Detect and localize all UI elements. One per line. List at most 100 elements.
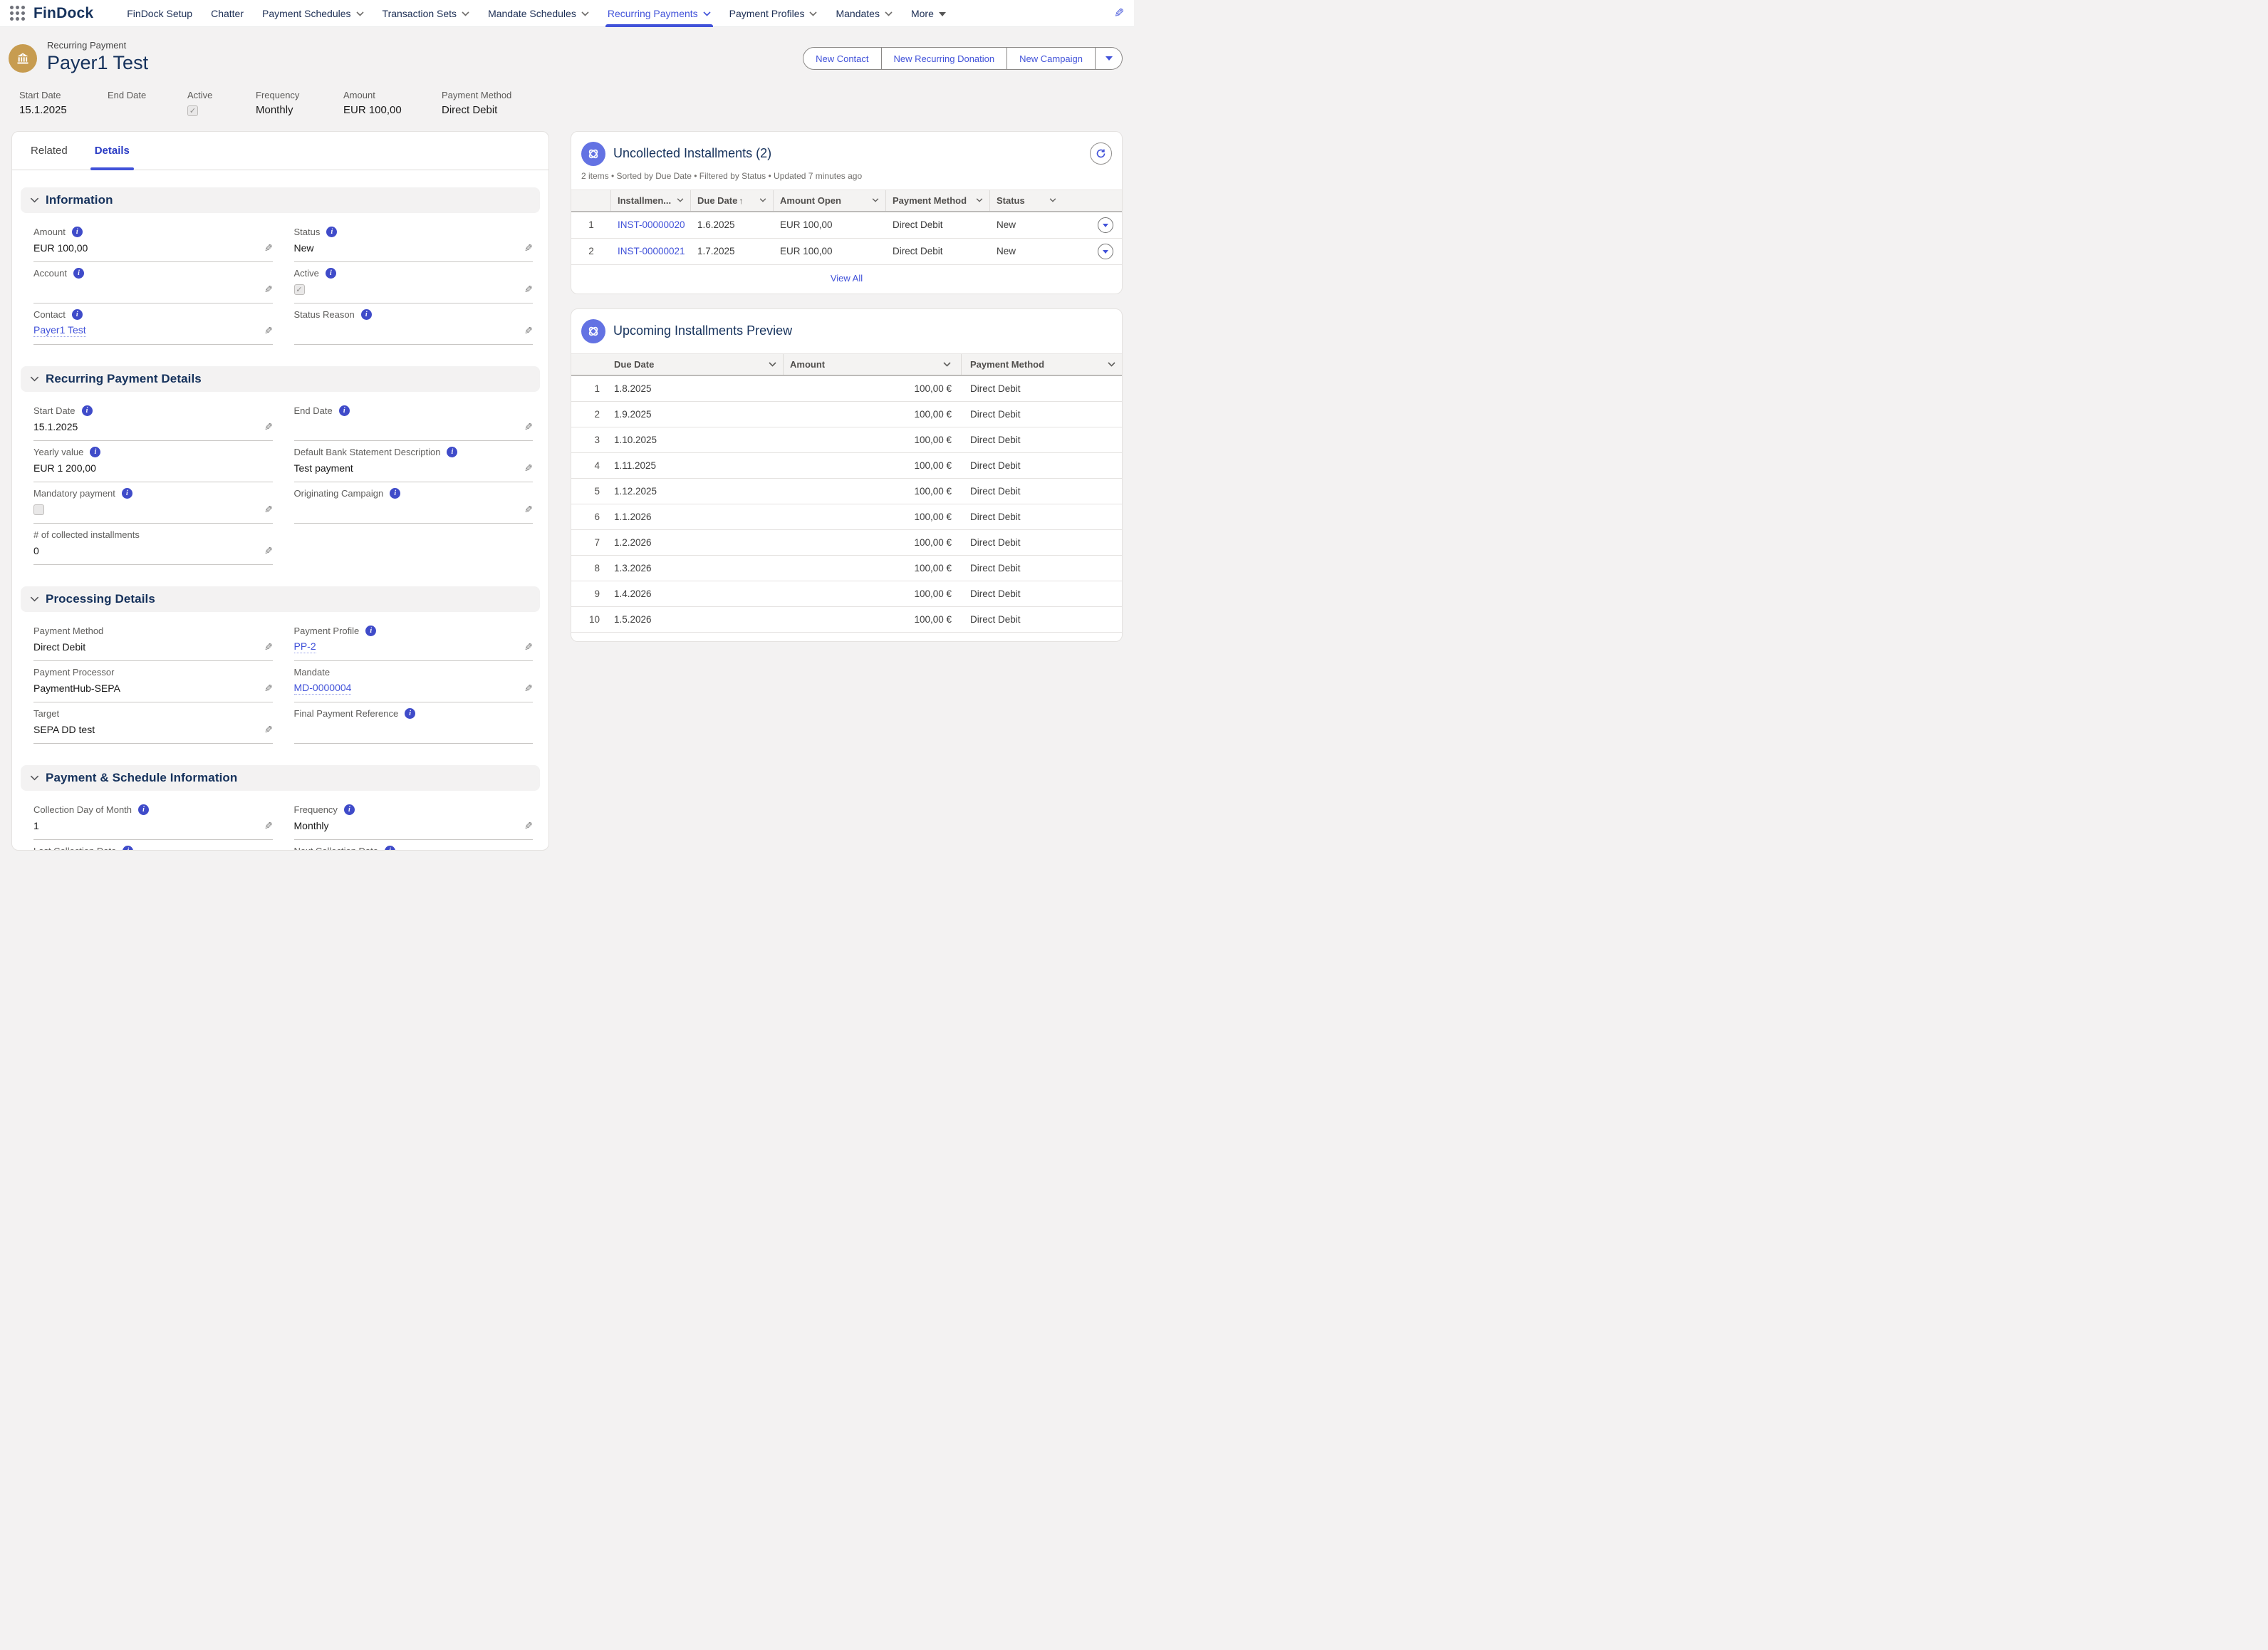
checkbox-checked-icon: [294, 284, 305, 295]
section-header-information[interactable]: Information: [21, 187, 540, 213]
column-amount[interactable]: Amount: [784, 354, 962, 375]
edit-pencil-icon[interactable]: ✎: [264, 642, 273, 652]
triangle-down-icon: [1103, 250, 1108, 254]
field-mandate: Mandate MD-0000004✎: [294, 665, 534, 702]
installment-link[interactable]: INST-00000020: [618, 219, 685, 230]
row-actions-dropdown-button[interactable]: [1098, 244, 1113, 259]
info-icon[interactable]: [361, 309, 372, 320]
field-end-date: End Date ✎: [294, 403, 534, 441]
nav-item-mandate-schedules[interactable]: Mandate Schedules: [479, 0, 598, 27]
field-originating-campaign: Originating Campaign ✎: [294, 486, 534, 524]
checkbox-checked-icon: [187, 105, 198, 116]
column-due-date[interactable]: Due Date: [605, 354, 784, 375]
refresh-button[interactable]: [1090, 142, 1112, 165]
info-icon[interactable]: [344, 804, 355, 815]
info-icon[interactable]: [326, 227, 337, 237]
info-icon[interactable]: [385, 846, 395, 851]
edit-pencil-icon[interactable]: ✎: [524, 422, 533, 432]
tab-details[interactable]: Details: [95, 132, 130, 170]
new-contact-button[interactable]: New Contact: [803, 47, 881, 70]
edit-pencil-icon[interactable]: ✎: [264, 326, 273, 336]
edit-pencil-icon[interactable]: ✎: [524, 683, 533, 693]
edit-pencil-icon[interactable]: ✎: [264, 683, 273, 693]
detail-tabs: Related Details: [12, 132, 548, 170]
table-row: 9 1.4.2026 100,00 € Direct Debit: [571, 581, 1122, 607]
app-launcher-waffle-icon[interactable]: [10, 6, 25, 21]
nav-item-more[interactable]: More: [902, 0, 955, 27]
new-recurring-donation-button[interactable]: New Recurring Donation: [882, 47, 1008, 70]
chevron-down-icon: [356, 11, 364, 16]
chevron-down-icon: [462, 11, 469, 16]
column-amount-open[interactable]: Amount Open: [774, 190, 886, 211]
info-icon[interactable]: [447, 447, 457, 457]
contact-link[interactable]: Payer1 Test: [33, 324, 86, 337]
related-list-title[interactable]: Uncollected Installments (2): [613, 146, 771, 161]
chevron-down-icon: [872, 198, 879, 202]
info-icon[interactable]: [390, 488, 400, 499]
nav-item-transaction-sets[interactable]: Transaction Sets: [373, 0, 479, 27]
upcoming-table-header: Due Date Amount Payment Method: [571, 353, 1122, 376]
info-icon[interactable]: [72, 227, 83, 237]
chevron-down-icon: [30, 596, 39, 602]
edit-pencil-icon[interactable]: ✎: [264, 821, 273, 831]
column-installment[interactable]: Installmen...: [611, 190, 691, 211]
column-due-date[interactable]: Due Date: [691, 190, 774, 211]
field-frequency: Frequency Monthly✎: [294, 802, 534, 840]
edit-pencil-icon[interactable]: ✎: [524, 463, 533, 473]
info-icon[interactable]: [73, 268, 84, 279]
info-icon[interactable]: [326, 268, 336, 279]
table-row: 3 1.10.2025 100,00 € Direct Debit: [571, 427, 1122, 453]
info-icon[interactable]: [82, 405, 93, 416]
section-header-processing-details[interactable]: Processing Details: [21, 586, 540, 612]
field-amount: Amount EUR 100,00✎: [33, 224, 273, 262]
section-header-recurring-payment-details[interactable]: Recurring Payment Details: [21, 366, 540, 392]
edit-pencil-icon[interactable]: ✎: [264, 725, 273, 735]
info-icon[interactable]: [72, 309, 83, 320]
info-icon[interactable]: [123, 846, 133, 851]
info-icon[interactable]: [138, 804, 149, 815]
column-payment-method[interactable]: Payment Method: [886, 190, 990, 211]
nav-item-payment-profiles[interactable]: Payment Profiles: [720, 0, 827, 27]
edit-pencil-icon[interactable]: ✎: [264, 284, 273, 294]
view-all-link[interactable]: View All: [831, 273, 863, 284]
edit-pencil-icon[interactable]: ✎: [524, 504, 533, 514]
refresh-icon: [1096, 148, 1106, 159]
table-row: 7 1.2.2026 100,00 € Direct Debit: [571, 530, 1122, 556]
column-payment-method[interactable]: Payment Method: [962, 354, 1122, 375]
edit-pencil-icon[interactable]: ✎: [524, 821, 533, 831]
info-icon[interactable]: [90, 447, 100, 457]
nav-item-findock-setup[interactable]: FinDock Setup: [118, 0, 202, 27]
nav-item-mandates[interactable]: Mandates: [826, 0, 901, 27]
chevron-down-icon: [943, 362, 951, 367]
page-title: Payer1 Test: [47, 53, 148, 74]
more-actions-dropdown-button[interactable]: [1096, 47, 1123, 70]
info-icon[interactable]: [365, 626, 376, 636]
edit-pencil-icon[interactable]: ✎: [264, 243, 273, 253]
nav-item-payment-schedules[interactable]: Payment Schedules: [253, 0, 373, 27]
edit-pencil-icon[interactable]: ✎: [264, 422, 273, 432]
edit-pencil-icon[interactable]: ✎: [524, 243, 533, 253]
section-header-payment-schedule-information[interactable]: Payment & Schedule Information: [21, 765, 540, 791]
edit-pencil-icon[interactable]: ✎: [524, 642, 533, 652]
tab-related[interactable]: Related: [31, 132, 68, 170]
edit-pencil-icon[interactable]: ✎: [264, 546, 273, 556]
highlight-start-date: Start Date 15.1.2025: [19, 90, 108, 117]
payment-profile-link[interactable]: PP-2: [294, 640, 316, 653]
new-campaign-button[interactable]: New Campaign: [1007, 47, 1096, 70]
info-icon[interactable]: [405, 708, 415, 719]
field-active: Active ✎: [294, 266, 534, 303]
nav-item-chatter[interactable]: Chatter: [202, 0, 253, 27]
info-icon[interactable]: [122, 488, 132, 499]
edit-pencil-icon[interactable]: ✎: [524, 326, 533, 336]
column-status[interactable]: Status: [990, 190, 1063, 211]
edit-pencil-icon[interactable]: ✎: [264, 504, 273, 514]
edit-pencil-icon[interactable]: ✎: [524, 284, 533, 294]
info-icon[interactable]: [339, 405, 350, 416]
chevron-down-icon: [1108, 362, 1115, 367]
row-actions-dropdown-button[interactable]: [1098, 217, 1113, 233]
edit-pencil-icon[interactable]: ✎: [1114, 6, 1124, 21]
installment-link[interactable]: INST-00000021: [618, 246, 685, 256]
mandate-link[interactable]: MD-0000004: [294, 682, 352, 695]
nav-item-recurring-payments[interactable]: Recurring Payments: [598, 0, 720, 27]
field-payment-profile: Payment Profile PP-2✎: [294, 623, 534, 661]
